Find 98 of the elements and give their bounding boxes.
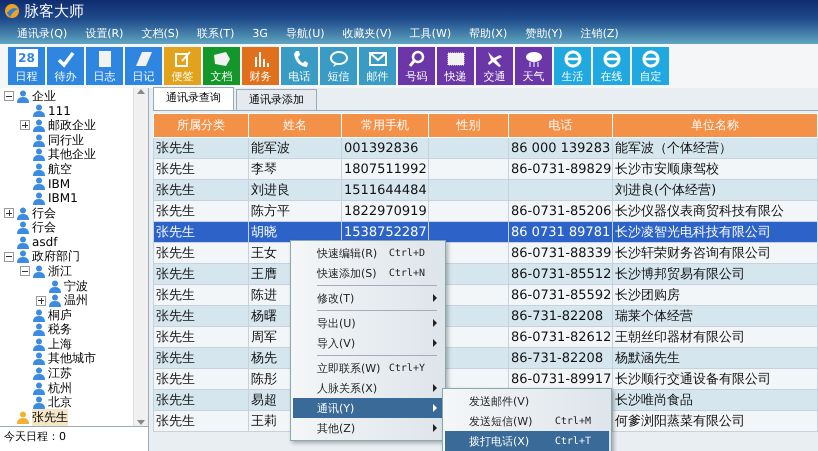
table-cell: 86-0731-85592 <box>508 284 612 306</box>
tree-item[interactable]: 航空 <box>48 160 72 178</box>
table-cell: 刘进良 <box>248 180 342 200</box>
table-cell: 1822970919 <box>342 200 428 222</box>
table-cell: 86-0731-89917 <box>508 368 612 390</box>
menu-bar-item[interactable]: 联系(T) <box>188 26 244 40</box>
table-cell: 86-731-82208 <box>508 306 612 326</box>
table-cell: 长沙博邦贸易有限公司 <box>612 264 818 284</box>
menu-bar-item[interactable]: 文档(S) <box>132 26 188 40</box>
toolbar-button[interactable]: 日志 <box>86 47 123 85</box>
tree-item[interactable]: 行会 <box>32 204 56 222</box>
toolbar-button[interactable]: 交通 <box>476 47 513 85</box>
toolbar-button[interactable]: 待办 <box>47 47 84 85</box>
table-cell: 张先生 <box>154 390 248 410</box>
toolbar-button[interactable]: 天气 <box>515 47 552 85</box>
table-cell: 李琴 <box>248 158 342 180</box>
toolbar-button[interactable]: 28 日程 <box>8 47 45 85</box>
tree-item[interactable]: 温州 <box>64 292 88 310</box>
table-cell: 张先生 <box>154 284 248 306</box>
table-cell: 86-0731-85512 <box>508 264 612 284</box>
tree-item[interactable]: asdf <box>32 235 58 250</box>
table-cell: 86-0731-89829 <box>508 158 612 180</box>
tree-item[interactable]: 其他城市 <box>48 350 96 368</box>
window-title: 脉客大师 <box>24 2 84 20</box>
table-cell: 能军波 <box>248 138 342 158</box>
menu-bar-item[interactable]: 通讯录(Q) <box>8 26 76 40</box>
menu-bar-item[interactable]: 设置(R) <box>76 26 132 40</box>
table-cell: 王朝丝印器材有限公司 <box>612 326 818 348</box>
table-cell: 张先生 <box>154 222 248 242</box>
table-cell: 张先生 <box>154 242 248 264</box>
table-cell: 86 000 139283 <box>508 138 612 158</box>
menu-bar-item[interactable]: 3G <box>243 26 277 40</box>
table-cell: 1807511992 <box>342 158 428 180</box>
menu-item[interactable]: 拨打电话(X) Ctrl+T <box>445 431 609 451</box>
tree-item[interactable]: 行会 <box>32 219 56 236</box>
table-cell: 张先生 <box>154 138 248 158</box>
table-cell: 张先生 <box>154 348 248 368</box>
table-cell: 张先生 <box>154 326 248 348</box>
tree-item[interactable]: 北京 <box>48 394 72 412</box>
toolbar-button[interactable]: 文档 <box>203 47 240 85</box>
toolbar-button[interactable]: 号码 <box>398 47 435 85</box>
table-cell: 张先生 <box>154 410 248 432</box>
table-cell: 张先生 <box>154 180 248 200</box>
tree-item[interactable]: IBM <box>48 176 70 191</box>
table-cell: 瑞莱个体经营 <box>612 306 818 326</box>
table-cell: 长沙顺行交通设备有限公司 <box>612 368 818 390</box>
menu-bar-item[interactable]: 赞助(Y) <box>516 26 572 40</box>
table-cell: 张先生 <box>154 264 248 284</box>
tree-item[interactable]: 企业 <box>32 88 56 105</box>
table-cell: 1511644484 <box>342 180 428 200</box>
tree-item[interactable]: 同行业 <box>48 132 84 149</box>
tree-item[interactable]: 其他企业 <box>48 146 96 164</box>
tree-item[interactable]: 宁波 <box>64 278 88 295</box>
table-cell: 能军波（个体经营） <box>612 138 818 158</box>
table-cell: 长沙市安顺康驾校 <box>612 158 818 180</box>
table-cell: 张先生 <box>154 306 248 326</box>
tree-item[interactable]: 浙江 <box>48 262 72 280</box>
tree-item[interactable]: 邮政企业 <box>48 116 96 134</box>
table-cell: 张先生 <box>154 368 248 390</box>
toolbar-button[interactable]: 快递 <box>437 47 474 85</box>
tree-item[interactable]: 税务 <box>48 321 72 338</box>
tree-item[interactable]: 张先生 <box>32 408 68 426</box>
table-cell: 86-0731-88339 <box>508 242 612 264</box>
menu-item[interactable]: 通讯(Y) <box>293 398 443 418</box>
tree-item[interactable]: IBM1 <box>48 191 78 206</box>
table-cell: 长沙凌智光电科技有限公司 <box>612 222 818 242</box>
table-cell: 杨默涵先生 <box>612 348 818 368</box>
menu-bar-item[interactable]: 工具(W) <box>400 26 460 40</box>
tree-item[interactable]: 江苏 <box>48 365 72 382</box>
table-cell: 长沙仪器仪表商贸科技有限公 <box>612 200 818 222</box>
menu-item[interactable]: 发送短信(W) Ctrl+M <box>445 411 609 431</box>
table-cell: 何爹浏阳蒸菜有限公司 <box>612 410 818 432</box>
menu-bar-item[interactable]: 导航(U) <box>276 26 334 40</box>
table-cell: 001392836 <box>342 138 428 158</box>
calendar-icon: 28 <box>16 49 38 67</box>
toolbar-button[interactable]: 日记 <box>125 47 162 85</box>
table-cell: 张先生 <box>154 200 248 222</box>
table-cell: 长沙唯尚食品 <box>612 390 818 410</box>
table-cell: 陈方平 <box>248 200 342 222</box>
tree-item[interactable]: 111 <box>48 104 71 118</box>
table-cell: 张先生 <box>154 158 248 180</box>
table-cell: 86 0731 89781 <box>508 222 612 242</box>
tab[interactable]: 通讯录查询 <box>153 87 234 110</box>
menu-bar-item[interactable]: 帮助(X) <box>460 26 516 40</box>
tab[interactable]: 通讯录添加 <box>236 89 317 110</box>
table-cell: 长沙团购房 <box>612 284 818 306</box>
tree-item[interactable]: 桐庐 <box>48 306 72 324</box>
menu-item[interactable]: 发送邮件(V) <box>445 391 609 411</box>
tree-item[interactable]: 政府部门 <box>32 248 80 266</box>
tree-item[interactable]: 杭州 <box>48 380 72 397</box>
menu-bar-item[interactable]: 注销(Z) <box>572 26 628 40</box>
table-cell: 86-0731-82612 <box>508 326 612 348</box>
table-cell: 86-731-82208 <box>508 348 612 368</box>
table-cell: 长沙轩荣财务咨询有限公司 <box>612 242 818 264</box>
table-cell: 刘进良(个体经营) <box>612 180 818 200</box>
table-cell: 86-0731-85206 <box>508 200 612 222</box>
tree-item[interactable]: 上海 <box>48 336 72 353</box>
menu-bar-item[interactable]: 收藏夹(V) <box>334 26 401 40</box>
